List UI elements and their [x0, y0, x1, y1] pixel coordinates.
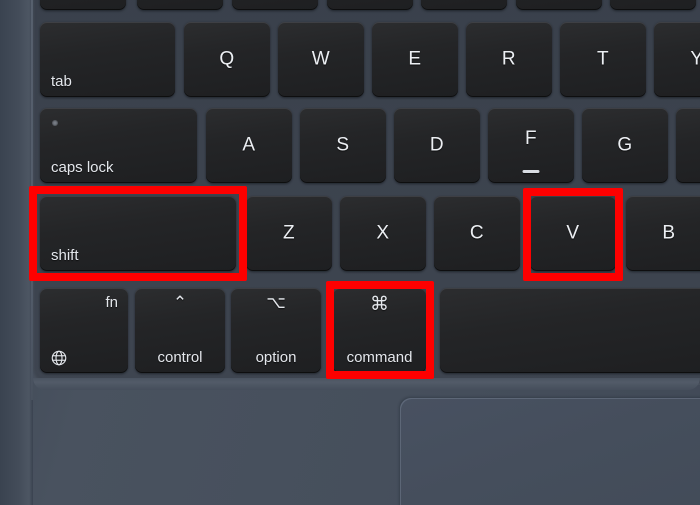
- homing-bar-icon: [522, 170, 540, 173]
- key-c[interactable]: C: [434, 196, 520, 271]
- key-w-label: W: [311, 48, 331, 70]
- caps-lock-led-icon: [52, 120, 58, 126]
- chassis-left-edge: [31, 0, 33, 400]
- key-f-label: F: [524, 127, 538, 149]
- key-caps-lock-label: caps lock: [51, 159, 114, 176]
- key-e[interactable]: E: [372, 22, 458, 97]
- key-option-label: option: [255, 349, 297, 366]
- key-fn[interactable]: fn: [40, 288, 128, 373]
- key-r-label: R: [501, 48, 517, 70]
- command-symbol-icon: ⌘: [370, 294, 389, 315]
- chassis-left-rail: [0, 0, 33, 505]
- key-tab[interactable]: tab: [40, 22, 175, 97]
- key-d-label: D: [429, 134, 445, 156]
- key-f[interactable]: F: [488, 108, 574, 183]
- number-row-key-4[interactable]: [327, 0, 413, 10]
- key-space[interactable]: [440, 288, 700, 373]
- number-row-key-7[interactable]: [610, 0, 696, 10]
- key-y[interactable]: Y: [654, 22, 700, 97]
- key-z[interactable]: Z: [246, 196, 332, 271]
- key-caps-lock[interactable]: caps lock: [40, 108, 197, 183]
- key-a-label: A: [242, 134, 256, 156]
- chevron-up-icon: ⌃: [172, 293, 188, 312]
- number-row-key-6[interactable]: [516, 0, 602, 10]
- key-shift[interactable]: shift: [40, 196, 236, 271]
- key-y-label: Y: [690, 48, 700, 70]
- key-t[interactable]: T: [560, 22, 646, 97]
- key-command[interactable]: ⌘ command: [333, 288, 426, 373]
- key-r[interactable]: R: [466, 22, 552, 97]
- key-t-label: T: [596, 48, 610, 70]
- key-d[interactable]: D: [394, 108, 480, 183]
- key-w[interactable]: W: [278, 22, 364, 97]
- key-q[interactable]: Q: [184, 22, 270, 97]
- key-z-label: Z: [282, 222, 296, 244]
- key-b[interactable]: B: [626, 196, 700, 271]
- number-row-key-1[interactable]: [40, 0, 126, 10]
- key-s-label: S: [336, 134, 350, 156]
- keyboard-well-bevel: [33, 378, 700, 390]
- option-symbol-icon: ⌥: [266, 293, 286, 312]
- key-a[interactable]: A: [206, 108, 292, 183]
- key-e-label: E: [408, 48, 422, 70]
- key-v-label: V: [566, 222, 580, 244]
- number-row-key-3[interactable]: [232, 0, 318, 10]
- key-tab-label: tab: [51, 73, 72, 90]
- screenshot-root: tab Q W E R T Y caps lock A S D F G shif…: [0, 0, 700, 505]
- key-s[interactable]: S: [300, 108, 386, 183]
- trackpad[interactable]: [400, 398, 700, 505]
- number-row-key-5[interactable]: [421, 0, 507, 10]
- globe-icon: [50, 349, 68, 367]
- key-c-label: C: [469, 222, 485, 244]
- key-g[interactable]: G: [582, 108, 668, 183]
- key-v[interactable]: V: [530, 196, 616, 271]
- key-fn-label: fn: [105, 294, 118, 311]
- key-b-label: B: [662, 222, 676, 244]
- key-control-label: control: [157, 349, 203, 366]
- key-q-label: Q: [219, 48, 235, 70]
- key-control[interactable]: ⌃ control: [135, 288, 225, 373]
- key-option[interactable]: ⌥ option: [231, 288, 321, 373]
- key-g-label: G: [617, 134, 633, 156]
- key-x-label: X: [376, 222, 390, 244]
- key-x[interactable]: X: [340, 196, 426, 271]
- number-row-key-2[interactable]: [137, 0, 223, 10]
- key-shift-label: shift: [51, 247, 79, 264]
- key-h[interactable]: [676, 108, 700, 183]
- key-command-label: command: [346, 349, 413, 366]
